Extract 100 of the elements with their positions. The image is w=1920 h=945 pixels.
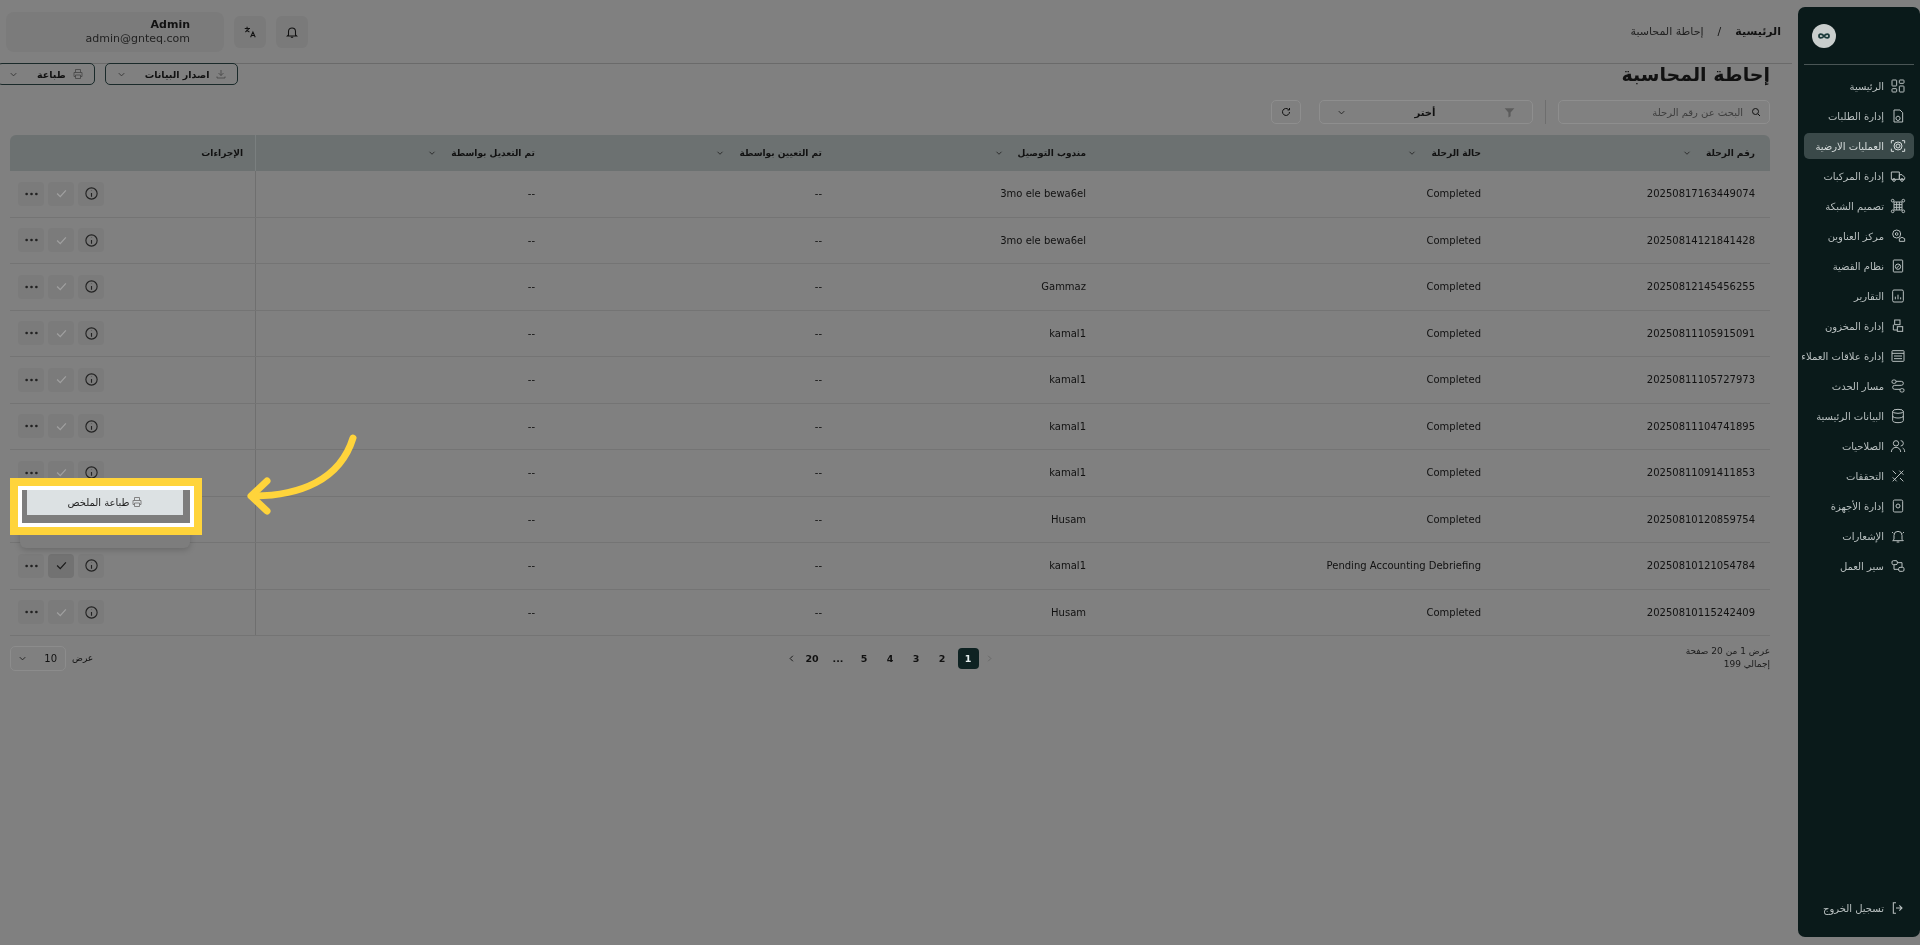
filter-select[interactable]: أختر	[1319, 100, 1533, 124]
page-button[interactable]: ...	[827, 647, 849, 669]
table-cell-text: Gammaz	[1040, 280, 1087, 295]
table-cell-text: --	[813, 233, 823, 248]
network-icon	[1890, 198, 1906, 214]
id-card-icon	[1890, 348, 1906, 364]
menu-item[interactable]: طباعة الملخص	[27, 489, 183, 515]
logout-button[interactable]: تسجيل الخروج	[1804, 895, 1914, 921]
page-button[interactable]: 4	[879, 647, 901, 669]
page-summary: عرض 1 من 20 صفحة	[1684, 644, 1770, 658]
sidebar-item[interactable]: تصميم الشبكة	[1804, 193, 1914, 219]
info-icon	[83, 604, 99, 620]
page-button[interactable]: 2	[931, 647, 953, 669]
info-icon	[83, 186, 99, 202]
table-cell-text: --	[813, 512, 823, 527]
printer-icon	[71, 68, 84, 80]
sidebar-item[interactable]: إدارة الطلبات	[1804, 103, 1914, 129]
table-cell-text: 20250812145456255	[1645, 280, 1756, 295]
breadcrumb-link[interactable]: الرئيسية	[1735, 25, 1781, 38]
sidebar-item[interactable]: إدارة الأجهزة	[1804, 493, 1914, 519]
table-cell-text: kamal1	[1048, 466, 1087, 481]
translate-icon	[243, 24, 257, 39]
sidebar-item[interactable]: سير العمل	[1804, 553, 1914, 579]
column-header: الإجراءات	[10, 135, 256, 171]
table-cell-text: --	[813, 419, 823, 434]
info-icon	[83, 465, 99, 481]
more-icon	[24, 238, 38, 243]
more-icon	[24, 331, 38, 336]
sidebar-item[interactable]: الصلاحيات	[1804, 433, 1914, 459]
export-button[interactable]: اصدار البيانات	[104, 63, 239, 85]
page-button[interactable]: 5	[853, 647, 875, 669]
table-cell-text: 20250811091411853	[1645, 466, 1756, 481]
table-cell-text: --	[813, 187, 823, 202]
table-cell-text: Completed	[1425, 326, 1482, 341]
table-cell-text: --	[526, 373, 536, 388]
sidebar-item[interactable]: مركز العناوين	[1804, 223, 1914, 249]
bell-icon	[1890, 528, 1906, 544]
info-icon	[83, 232, 99, 248]
notifications-button[interactable]	[276, 15, 308, 48]
sidebar-item[interactable]: إدارة علاقات العملاء	[1804, 343, 1914, 369]
download-icon	[215, 68, 228, 80]
search-field[interactable]: البحث عن رقم الرحلة	[1558, 100, 1770, 124]
user-card[interactable]: Admin admin@gnteq.com	[6, 11, 224, 52]
sidebar-item[interactable]: الإشعارات	[1804, 523, 1914, 549]
page-button[interactable]: 20	[801, 647, 823, 669]
approve-button[interactable]	[48, 553, 74, 578]
table-cell-text: 20250811105915091	[1645, 326, 1756, 341]
device-gear-icon	[1890, 498, 1906, 514]
table-cell-text: 3mo ele bewa6el	[999, 233, 1087, 248]
table-cell-text: --	[813, 373, 823, 388]
info-icon	[83, 558, 99, 574]
sidebar-item[interactable]: البيانات الرئيسية	[1804, 403, 1914, 429]
search-icon	[1750, 106, 1762, 118]
sidebar-item[interactable]: العمليات الارضية	[1804, 133, 1914, 159]
column-header[interactable]: تم التعديل بواسطة	[256, 135, 550, 171]
table-cell-text: Completed	[1425, 419, 1482, 434]
logo-icon	[1812, 23, 1836, 48]
more-icon	[24, 470, 38, 475]
print-button[interactable]: طباعة	[0, 63, 95, 85]
page-size-select[interactable]: 10	[10, 645, 66, 671]
table-cell-text: 20250810115242409	[1645, 605, 1756, 620]
page-button[interactable]: 3	[905, 647, 927, 669]
table-cell-text: kamal1	[1048, 419, 1087, 434]
chart-icon	[1890, 288, 1906, 304]
table-cell-text: --	[813, 280, 823, 295]
column-header[interactable]: حالة الرحلة	[1101, 135, 1496, 171]
sidebar-item[interactable]: إدارة المخزون	[1804, 313, 1914, 339]
sidebar-item[interactable]: التحققات	[1804, 463, 1914, 489]
column-header[interactable]: مندوب التوصيل	[837, 135, 1101, 171]
gear-icon	[1890, 138, 1906, 154]
table-cell-text: 20250810121054784	[1645, 559, 1756, 574]
table-cell-text: kamal1	[1048, 559, 1087, 574]
page-button[interactable]: 1	[957, 647, 979, 669]
info-icon	[83, 279, 99, 295]
table-cell-text: kamal1	[1048, 373, 1087, 388]
more-icon	[24, 377, 38, 382]
table-cell-text: Completed	[1425, 466, 1482, 481]
column-header[interactable]: تم التعيين بواسطة	[550, 135, 837, 171]
page-title: إحاطة المحاسبة	[1621, 63, 1770, 85]
sidebar-item[interactable]: الرئيسية	[1804, 73, 1914, 99]
sidebar-item[interactable]: التقارير	[1804, 283, 1914, 309]
table-cell-text: Husam	[1050, 512, 1087, 527]
more-icon	[24, 284, 38, 289]
refresh-button[interactable]	[1271, 100, 1301, 124]
table-cell-text: 20250811104741895	[1645, 419, 1756, 434]
sidebar-item[interactable]: مسار الحدث	[1804, 373, 1914, 399]
boxes-icon	[1890, 318, 1906, 334]
table-cell-text: 3mo ele bewa6el	[999, 187, 1087, 202]
printer-icon	[130, 496, 143, 508]
box-icon	[1890, 108, 1906, 124]
table-cell-text: --	[526, 559, 536, 574]
table-cell-text: --	[526, 419, 536, 434]
total-count: إجمالي 199	[1722, 658, 1770, 672]
sidebar-item[interactable]: نظام القضية	[1804, 253, 1914, 279]
table-cell-text: Husam	[1050, 605, 1087, 620]
column-header[interactable]: رقم الرحلة	[1496, 135, 1770, 171]
sidebar-item[interactable]: إدارة المركبات	[1804, 163, 1914, 189]
grid-icon	[1890, 78, 1906, 94]
language-button[interactable]	[234, 15, 266, 48]
table-cell-text: --	[526, 466, 536, 481]
